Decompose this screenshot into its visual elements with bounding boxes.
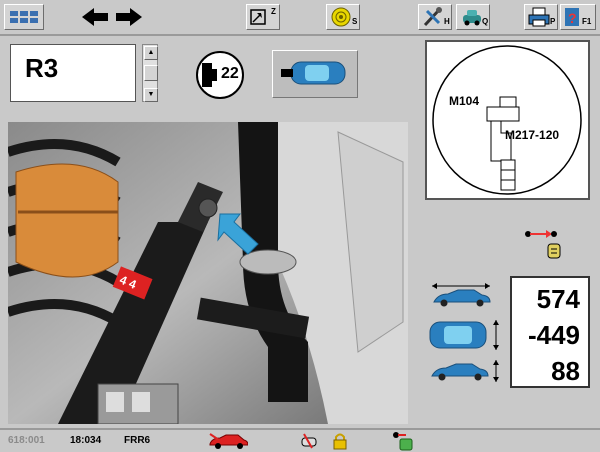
tools-button[interactable]: H [418, 4, 452, 30]
torque-number: 22 [221, 65, 239, 82]
zoom-button[interactable]: Z [246, 4, 280, 30]
height-value: 88 [551, 356, 580, 386]
status-doc-id: 618:001 [8, 435, 45, 446]
back-arrow-icon [82, 8, 108, 26]
measure-connect-icon [524, 228, 564, 267]
width-value: -449 [527, 320, 580, 350]
sound-button[interactable]: S [326, 4, 360, 30]
component-photo: 4 4 [6, 122, 408, 425]
print-shortcut: P [550, 17, 556, 26]
tool-label-m104: M104 [449, 94, 480, 108]
torque-indicator: 22 [192, 50, 250, 100]
operation-code: R3 [25, 53, 59, 83]
code-display: R3 [10, 44, 136, 102]
scroll-down-arrow-icon[interactable]: ▼ [144, 88, 158, 102]
forward-arrow-icon [116, 8, 142, 26]
connection-icon [393, 432, 413, 451]
lock-icon [333, 433, 347, 450]
svg-text:?: ? [568, 10, 577, 26]
print-button[interactable]: P [524, 4, 558, 30]
length-value: 574 [536, 284, 580, 314]
suspension-photo: 4 4 [6, 122, 408, 425]
back-button[interactable] [80, 6, 110, 33]
vehicle-status-icon [209, 433, 248, 449]
tool-diagram [432, 45, 582, 195]
menu-button[interactable] [4, 4, 44, 30]
zoom-shortcut: Z [271, 7, 276, 16]
length-car-icon [428, 282, 494, 315]
width-car-icon [426, 318, 506, 357]
help-shortcut: F1 [582, 17, 592, 26]
tools-shortcut: H [444, 17, 450, 26]
measurement-values: 574 -449 88 [510, 276, 590, 388]
tool-label-m217: M217-120 [505, 128, 560, 142]
status-time: 18:034 [70, 435, 102, 446]
car-top-view-icon [281, 61, 346, 85]
scroll-up-arrow-icon[interactable]: ▲ [144, 46, 158, 60]
height-car-icon [428, 358, 508, 389]
sound-shortcut: S [352, 17, 358, 26]
help-button[interactable]: ? F1 [560, 4, 596, 30]
forward-button[interactable] [114, 6, 144, 33]
code-scrollbar[interactable]: ▲ ▼ [142, 44, 158, 102]
search-shortcut: Q [482, 17, 489, 26]
car-position-button[interactable] [272, 50, 358, 98]
toolbar: Z S H Q P ? F1 [0, 0, 600, 36]
special-tool-panel: M104 M217-120 [425, 40, 590, 200]
search-button[interactable]: Q [456, 4, 490, 30]
scroll-thumb[interactable] [144, 65, 158, 81]
status-model: FRR6 [124, 435, 151, 446]
menu-grid-icon [10, 11, 38, 23]
status-bar: 618:001 18:034 FRR6 [0, 428, 600, 452]
key-icon [301, 433, 317, 449]
